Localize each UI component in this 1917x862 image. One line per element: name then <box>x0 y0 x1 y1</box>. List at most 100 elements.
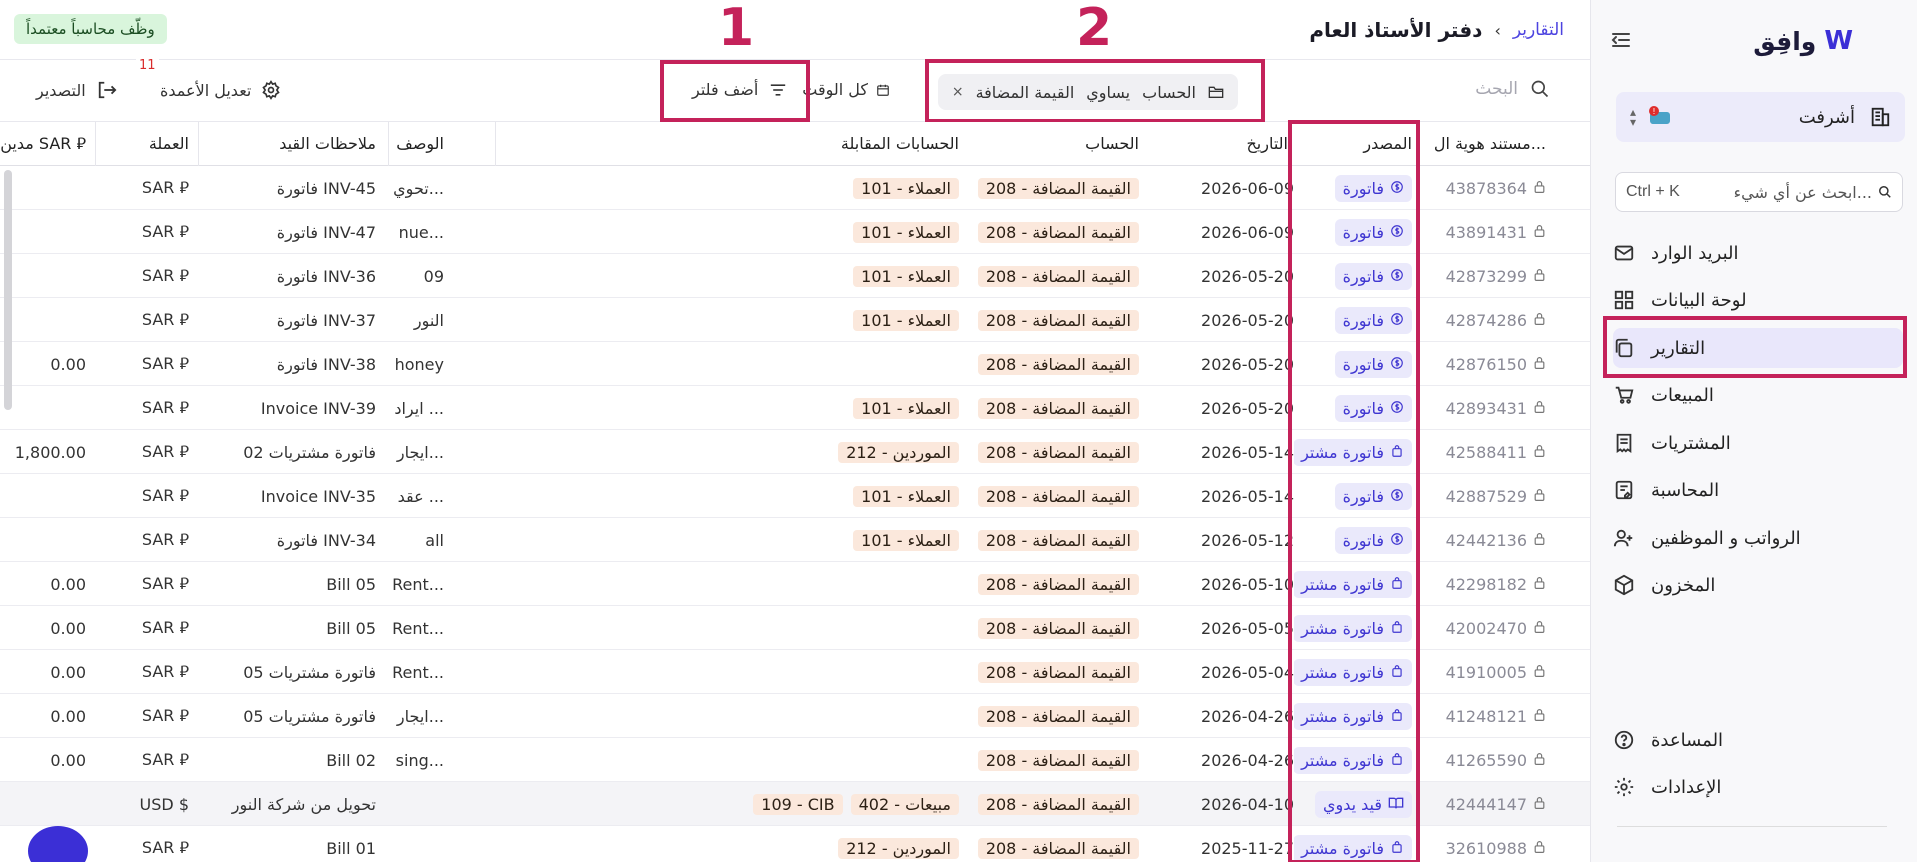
doc-id-cell[interactable]: 42444147 <box>1422 782 1552 826</box>
sidebar-item-sales[interactable]: المبيعات <box>1613 375 1903 415</box>
account-cell[interactable]: 208 - القيمة المضافة <box>945 210 1145 254</box>
account-pill[interactable]: 208 - القيمة المضافة <box>977 485 1139 507</box>
account-cell[interactable]: 208 - القيمة المضافة <box>945 738 1145 782</box>
account-cell[interactable]: 208 - القيمة المضافة <box>945 342 1145 386</box>
account-pill[interactable]: 208 - القيمة المضافة <box>977 793 1139 815</box>
account-pill[interactable]: 208 - القيمة المضافة <box>977 221 1139 243</box>
counter-accounts-cell[interactable] <box>495 342 965 386</box>
sidebar-item-inventory[interactable]: المخزون <box>1613 565 1903 605</box>
counter-accounts-cell[interactable] <box>495 562 965 606</box>
counter-accounts-cell[interactable]: 101 - العملاء <box>495 518 965 562</box>
account-pill[interactable]: 208 - القيمة المضافة <box>977 177 1139 199</box>
table-scrollbar[interactable] <box>4 170 12 410</box>
counter-account-pill[interactable]: 212 - الموردين <box>838 441 959 463</box>
sidebar-item-accounting[interactable]: المحاسبة <box>1613 470 1903 510</box>
time-range-button[interactable]: كل الوقت <box>802 80 890 99</box>
counter-accounts-cell[interactable]: 101 - العملاء <box>495 386 965 430</box>
account-cell[interactable]: 208 - القيمة المضافة <box>945 518 1145 562</box>
counter-accounts-cell[interactable]: 109 - CIB 402 - مبيعات <box>495 782 965 826</box>
account-cell[interactable]: 208 - القيمة المضافة <box>945 694 1145 738</box>
account-cell[interactable]: 208 - القيمة المضافة <box>945 562 1145 606</box>
counter-account-pill[interactable]: 402 - مبيعات <box>850 793 959 815</box>
counter-account-pill[interactable]: 212 - الموردين <box>838 837 959 859</box>
counter-accounts-cell[interactable]: 101 - العملاء <box>495 254 965 298</box>
counter-accounts-cell[interactable]: 212 - الموردين <box>495 430 965 474</box>
counter-accounts-cell[interactable] <box>495 650 965 694</box>
organization-switcher[interactable]: ▴ ▾ ! أشرفت <box>1616 92 1905 142</box>
column-header-counter[interactable]: الحسابات المقابلة <box>495 122 965 166</box>
counter-accounts-cell[interactable]: 101 - العملاء <box>495 474 965 518</box>
doc-id-cell[interactable]: 42893431 <box>1422 386 1552 430</box>
account-pill[interactable]: 208 - القيمة المضافة <box>977 705 1139 727</box>
account-pill[interactable]: 208 - القيمة المضافة <box>977 353 1139 375</box>
account-cell[interactable]: 208 - القيمة المضافة <box>945 606 1145 650</box>
doc-id-cell[interactable]: 42876150 <box>1422 342 1552 386</box>
counter-account-pill[interactable]: 101 - العملاء <box>853 265 959 287</box>
doc-id-cell[interactable]: 42873299 <box>1422 254 1552 298</box>
column-header-date[interactable]: التاريخ <box>1144 122 1294 166</box>
counter-accounts-cell[interactable] <box>495 738 965 782</box>
account-pill[interactable]: 208 - القيمة المضافة <box>977 309 1139 331</box>
account-pill[interactable]: 208 - القيمة المضافة <box>977 573 1139 595</box>
account-cell[interactable]: 208 - القيمة المضافة <box>945 166 1145 210</box>
counter-accounts-cell[interactable] <box>495 694 965 738</box>
counter-account-pill[interactable]: 101 - العملاء <box>853 221 959 243</box>
sidebar-item-purchases[interactable]: المشتريات <box>1613 423 1903 463</box>
account-pill[interactable]: 208 - القيمة المضافة <box>977 397 1139 419</box>
export-button[interactable]: التصدير <box>36 80 118 100</box>
doc-id-cell[interactable]: 41910005 <box>1422 650 1552 694</box>
edit-columns-button[interactable]: تعديل الأعمدة <box>160 80 281 100</box>
table-search-input[interactable]: البحث <box>1475 79 1550 99</box>
breadcrumb-reports-link[interactable]: التقارير <box>1513 20 1564 40</box>
account-cell[interactable]: 208 - القيمة المضافة <box>945 386 1145 430</box>
account-cell[interactable]: 208 - القيمة المضافة <box>945 782 1145 826</box>
counter-account-pill[interactable]: 101 - العملاء <box>853 529 959 551</box>
column-header-notes[interactable]: ملاحظات القيد <box>198 122 382 166</box>
account-cell[interactable]: 208 - القيمة المضافة <box>945 430 1145 474</box>
counter-accounts-cell[interactable] <box>495 606 965 650</box>
counter-account-pill[interactable]: 101 - العملاء <box>853 177 959 199</box>
account-pill[interactable]: 208 - القيمة المضافة <box>977 837 1139 859</box>
counter-accounts-cell[interactable]: 101 - العملاء <box>495 166 965 210</box>
column-header-account[interactable]: الحساب <box>945 122 1145 166</box>
column-header-currency[interactable]: العملة <box>95 122 195 166</box>
sidebar-search-input[interactable]: Ctrl + K ابحث عن أي شيء... <box>1615 172 1903 212</box>
doc-id-cell[interactable]: 41265590 <box>1422 738 1552 782</box>
counter-account-pill[interactable]: 109 - CIB <box>753 793 843 815</box>
doc-id-cell[interactable]: 43891431 <box>1422 210 1552 254</box>
account-pill[interactable]: 208 - القيمة المضافة <box>977 529 1139 551</box>
doc-id-cell[interactable]: 42298182 <box>1422 562 1552 606</box>
sidebar-item-settings[interactable]: الإعدادات <box>1613 767 1903 807</box>
hire-accountant-button[interactable]: وظّف محاسباً معتمداً <box>14 14 167 44</box>
account-pill[interactable]: 208 - القيمة المضافة <box>977 661 1139 683</box>
doc-id-cell[interactable]: 32610988 <box>1422 826 1552 862</box>
doc-id-cell[interactable]: 43878364 <box>1422 166 1552 210</box>
doc-id-cell[interactable]: 42887529 <box>1422 474 1552 518</box>
column-header-doc[interactable]: مستند هوية ال... <box>1422 122 1552 166</box>
app-logo[interactable]: W وافِق <box>1753 26 1853 56</box>
doc-id-cell[interactable]: 42002470 <box>1422 606 1552 650</box>
doc-id-cell[interactable]: 42442136 <box>1422 518 1552 562</box>
account-cell[interactable]: 208 - القيمة المضافة <box>945 826 1145 862</box>
account-cell[interactable]: 208 - القيمة المضافة <box>945 298 1145 342</box>
counter-accounts-cell[interactable]: 212 - الموردين <box>495 826 965 862</box>
sidebar-item-payroll[interactable]: الرواتب و الموظفين <box>1613 518 1903 558</box>
column-header-desc[interactable]: الوصف <box>388 122 450 166</box>
account-pill[interactable]: 208 - القيمة المضافة <box>977 265 1139 287</box>
counter-account-pill[interactable]: 101 - العملاء <box>853 485 959 507</box>
account-pill[interactable]: 208 - القيمة المضافة <box>977 749 1139 771</box>
account-pill[interactable]: 208 - القيمة المضافة <box>977 441 1139 463</box>
counter-accounts-cell[interactable]: 101 - العملاء <box>495 210 965 254</box>
doc-id-cell[interactable]: 42588411 <box>1422 430 1552 474</box>
account-cell[interactable]: 208 - القيمة المضافة <box>945 474 1145 518</box>
doc-id-cell[interactable]: 42874286 <box>1422 298 1552 342</box>
sidebar-item-help[interactable]: المساعدة <box>1613 720 1903 760</box>
column-header-debit[interactable]: مدين SAR ⃁ <box>0 122 92 166</box>
sidebar-item-inbox[interactable]: البريد الوارد <box>1613 233 1903 273</box>
account-cell[interactable]: 208 - القيمة المضافة <box>945 650 1145 694</box>
account-cell[interactable]: 208 - القيمة المضافة <box>945 254 1145 298</box>
sidebar-item-dashboard[interactable]: لوحة البيانات <box>1613 280 1903 320</box>
counter-account-pill[interactable]: 101 - العملاء <box>853 397 959 419</box>
counter-accounts-cell[interactable]: 101 - العملاء <box>495 298 965 342</box>
doc-id-cell[interactable]: 41248121 <box>1422 694 1552 738</box>
